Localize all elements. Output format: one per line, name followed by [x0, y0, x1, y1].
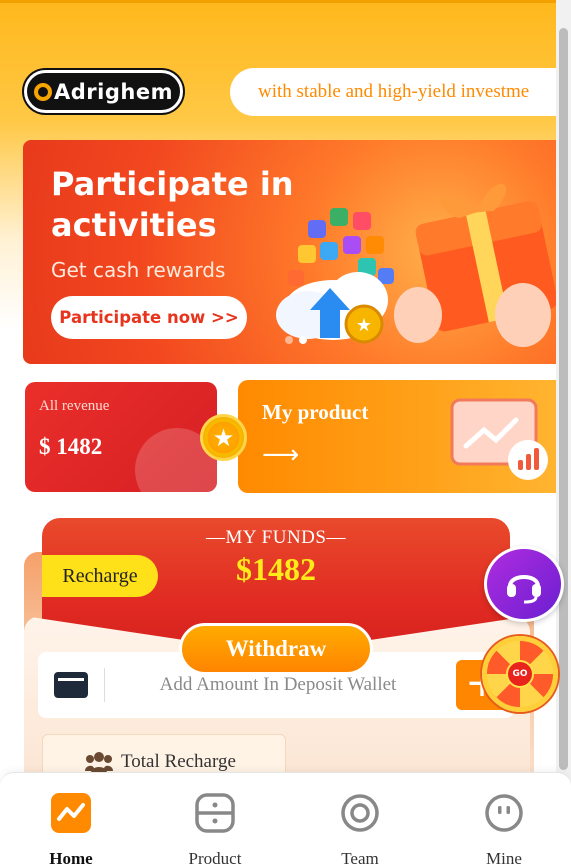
carousel-dot-active[interactable]: [299, 336, 307, 344]
participate-now-button[interactable]: Participate now >>: [51, 296, 247, 339]
all-revenue-card[interactable]: All revenue $ 1482: [25, 382, 217, 492]
star-badge-icon: ★: [200, 414, 247, 461]
divider: [104, 668, 105, 702]
recharge-button[interactable]: Recharge: [42, 555, 158, 597]
brand-logo[interactable]: Adrighem: [24, 70, 183, 113]
headset-icon: [507, 575, 541, 604]
carousel-dots: [285, 336, 307, 344]
scrollbar[interactable]: [556, 0, 571, 867]
page: Adrighem with stable and high-yield inve…: [0, 0, 556, 867]
nav-item-product[interactable]: Product: [160, 773, 270, 867]
nav-label-product: Product: [188, 849, 242, 867]
nav-label-home: Home: [49, 849, 93, 867]
arrow-right-icon: ⟶: [262, 440, 300, 470]
my-product-card[interactable]: My product ⟶: [238, 380, 556, 493]
my-funds-label: —MY FUNDS—: [206, 527, 346, 548]
gift-illustration-icon: ★: [276, 183, 556, 347]
home-chart-icon: [51, 793, 91, 833]
team-icon: [341, 794, 379, 832]
banner-subtitle: Get cash rewards: [51, 258, 226, 282]
revenue-value: $ 1482: [39, 434, 103, 459]
promo-banner[interactable]: Participate in activities Get cash rewar…: [23, 140, 556, 364]
mine-icon: [485, 794, 523, 832]
carousel-dot[interactable]: [285, 336, 293, 344]
logo-wordmark: Adrighem: [54, 79, 173, 104]
revenue-label: All revenue: [39, 398, 110, 414]
nav-item-team[interactable]: Team: [305, 773, 415, 867]
logo-ring-icon: [34, 82, 53, 101]
wheel-go-label: GO: [506, 660, 534, 688]
product-chart-icon: [450, 398, 548, 480]
people-icon: [85, 752, 113, 773]
svg-text:★: ★: [356, 315, 372, 336]
marquee-text: with stable and high-yield investme: [258, 81, 530, 102]
my-product-label: My product: [262, 400, 369, 424]
lucky-wheel-button[interactable]: GO: [482, 636, 558, 712]
wallet-card-icon: [54, 672, 88, 698]
top-accent-line: [0, 0, 556, 3]
announcement-marquee: with stable and high-yield investme: [230, 68, 556, 116]
product-icon: [195, 793, 235, 833]
scrollbar-thumb[interactable]: [559, 28, 568, 770]
bottom-navigation: Home Product Team Mine: [0, 772, 571, 867]
customer-support-button[interactable]: [484, 546, 564, 622]
nav-item-home[interactable]: Home: [16, 773, 126, 867]
nav-label-mine: Mine: [486, 849, 522, 867]
nav-item-mine[interactable]: Mine: [449, 773, 559, 867]
nav-label-team: Team: [341, 849, 379, 867]
withdraw-button[interactable]: Withdraw: [179, 623, 373, 675]
total-recharge-label: Total Recharge: [121, 751, 236, 772]
logo-text: Adrighem: [34, 80, 173, 104]
